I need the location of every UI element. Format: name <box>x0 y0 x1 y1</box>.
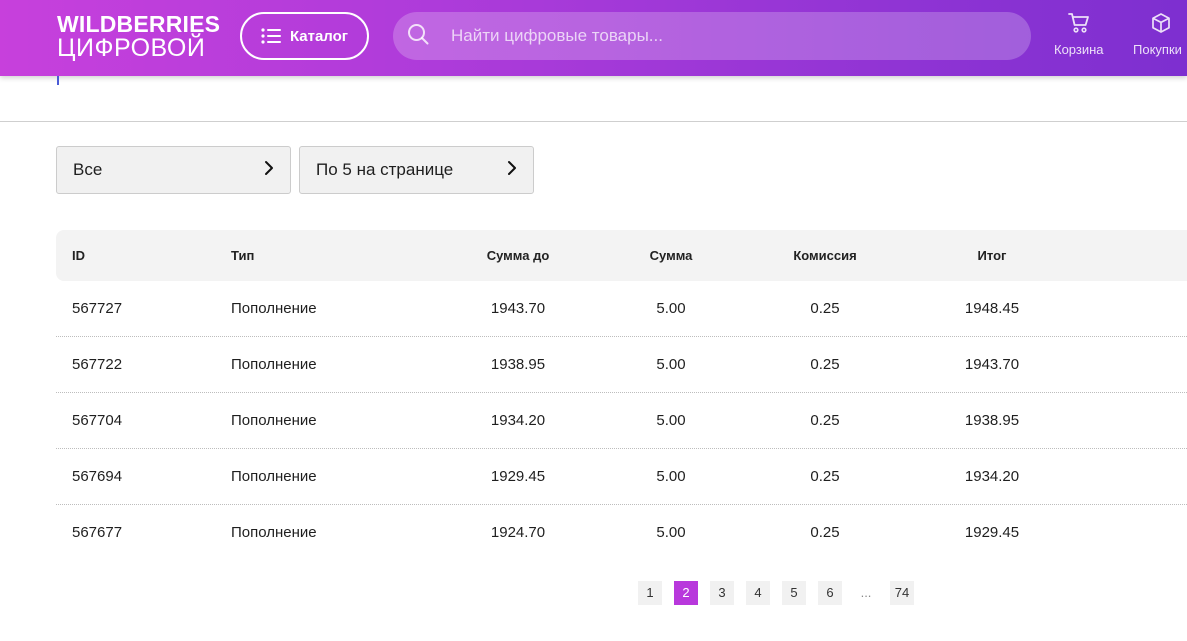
cell-type: Пополнение <box>231 300 317 317</box>
cell-type: Пополнение <box>231 356 317 373</box>
table-row: 567722 Пополнение 1938.95 5.00 0.25 1943.70 <box>56 337 1187 393</box>
pagination: 1 2 3 4 5 6... 74 <box>638 581 914 605</box>
box-icon <box>1133 12 1182 34</box>
cell-fee: 0.25 <box>810 412 840 429</box>
per-page-value: По 5 на странице <box>316 160 454 179</box>
cell-id: 567722 <box>72 356 123 373</box>
table-body: 567727 Пополнение 1943.70 5.00 0.25 1948.45 56… <box>56 281 1187 560</box>
page-button[interactable]: 74 <box>890 581 914 605</box>
page-button[interactable]: 5 <box>782 581 806 605</box>
cell-before: 1924.70 <box>490 524 546 541</box>
cell-fee: 0.25 <box>810 356 840 373</box>
chevron-right-icon <box>264 160 274 181</box>
cart-button[interactable]: Корзина <box>1054 12 1104 57</box>
table-row: 567677 Пополнение 1924.70 5.00 0.25 1929.45 <box>56 505 1187 560</box>
focus-marker <box>57 76 59 85</box>
cell-type: Пополнение <box>231 524 317 541</box>
cell-before: 1929.45 <box>490 468 546 485</box>
type-filter-select[interactable]: Все <box>56 146 291 194</box>
cell-sum: 5.00 <box>656 300 686 317</box>
catalog-label: Каталог <box>289 27 349 45</box>
page-button[interactable]: 6 <box>818 581 842 605</box>
page-button[interactable]: 1 <box>638 581 662 605</box>
divider <box>0 121 1187 122</box>
header-before: Сумма до <box>486 248 550 263</box>
search-icon <box>407 23 429 50</box>
page-button[interactable]: 2 <box>674 581 698 605</box>
type-filter-value: Все <box>73 160 103 179</box>
page-button[interactable]: 3 <box>710 581 734 605</box>
purchases-label: Покупки <box>1133 42 1182 57</box>
cell-total: 1948.45 <box>964 300 1020 317</box>
cell-before: 1934.20 <box>490 412 546 429</box>
cell-sum: 5.00 <box>656 468 686 485</box>
transactions-table: ID Тип Сумма до Сумма Комиссия Итог 5677… <box>56 230 1187 560</box>
table-row: 567704 Пополнение 1934.20 5.00 0.25 1938.95 <box>56 393 1187 449</box>
list-icon <box>261 28 281 44</box>
catalog-button[interactable]: Каталог <box>240 12 369 60</box>
cell-sum: 5.00 <box>656 356 686 373</box>
cell-total: 1934.20 <box>964 468 1020 485</box>
cell-fee: 0.25 <box>810 300 840 317</box>
cell-id: 567704 <box>72 412 123 429</box>
cell-fee: 0.25 <box>810 468 840 485</box>
chevron-right-icon <box>507 160 517 181</box>
cell-total: 1938.95 <box>964 412 1020 429</box>
search-input[interactable] <box>449 25 1013 47</box>
cell-before: 1943.70 <box>490 300 546 317</box>
cell-fee: 0.25 <box>810 524 840 541</box>
cart-label: Корзина <box>1054 42 1104 57</box>
cell-id: 567677 <box>72 524 123 541</box>
logo[interactable]: WILDBERRIES ЦИФРОВОЙ <box>57 11 221 62</box>
header-type: Тип <box>231 248 255 263</box>
cell-type: Пополнение <box>231 468 317 485</box>
pagination-ellipsis: ... <box>860 585 872 600</box>
cell-type: Пополнение <box>231 412 317 429</box>
header: WILDBERRIES ЦИФРОВОЙ Каталог Найти цифро… <box>0 0 1187 76</box>
header-fee: Комиссия <box>793 248 857 263</box>
cell-id: 567727 <box>72 300 123 317</box>
cell-sum: 5.00 <box>656 524 686 541</box>
purchases-button[interactable]: Покупки <box>1133 12 1182 57</box>
header-total: Итог <box>977 248 1007 263</box>
table-row: 567727 Пополнение 1943.70 5.00 0.25 1948.45 <box>56 281 1187 337</box>
search-bar[interactable] <box>393 12 1031 60</box>
cell-total: 1943.70 <box>964 356 1020 373</box>
header-id: ID <box>72 248 85 263</box>
page-button[interactable]: 4 <box>746 581 770 605</box>
table-row: 567694 Пополнение 1929.45 5.00 0.25 1934.20 <box>56 449 1187 505</box>
header-sum: Сумма <box>649 248 693 263</box>
cell-total: 1929.45 <box>964 524 1020 541</box>
logo-top-text: WILDBERRIES <box>57 11 221 37</box>
cell-sum: 5.00 <box>656 412 686 429</box>
logo-bottom-text: ЦИФРОВОЙ <box>57 34 206 62</box>
per-page-select[interactable]: По 5 на странице <box>299 146 534 194</box>
cell-id: 567694 <box>72 468 123 485</box>
cell-before: 1938.95 <box>490 356 546 373</box>
table-header: ID Тип Сумма до Сумма Комиссия Итог <box>56 230 1187 281</box>
cart-icon <box>1054 12 1104 34</box>
